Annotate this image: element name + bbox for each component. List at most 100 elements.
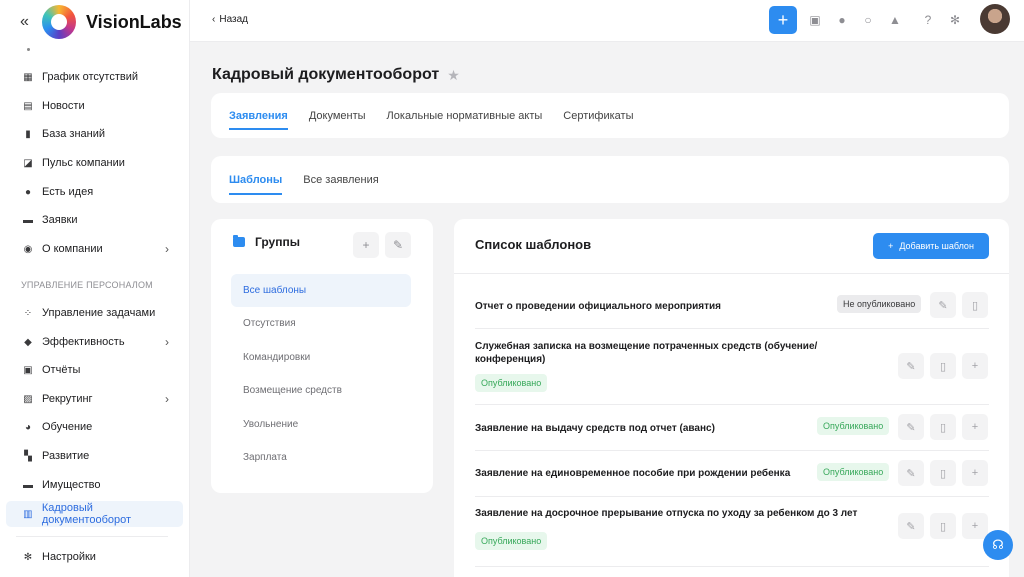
tab-certificates[interactable]: Сертификаты [563, 93, 633, 138]
tab-local-regulations[interactable]: Локальные нормативные акты [387, 93, 543, 138]
groups-header: Группы [233, 235, 300, 249]
delete-button[interactable]: ▯ [962, 292, 988, 318]
sidebar-item-knowledge-base[interactable]: ▮ База знаний [6, 121, 183, 147]
chart-icon: ◪ [23, 157, 33, 169]
add-template-button[interactable]: + Добавить шаблон [873, 233, 989, 259]
sidebar-item-label: Развитие [42, 450, 90, 462]
edit-button[interactable]: ✎ [898, 460, 924, 486]
group-item[interactable]: Отсутствия [231, 307, 411, 340]
add-button[interactable]: + [962, 353, 988, 379]
gear-icon[interactable]: ✻ [947, 12, 963, 28]
group-item-all[interactable]: Все шаблоны [231, 274, 411, 307]
gear-icon: ✻ [23, 551, 33, 563]
table-row[interactable]: Заявление на выдачу средств под отчет (а… [475, 405, 989, 451]
tab-all-applications[interactable]: Все заявления [303, 156, 378, 203]
pencil-icon: ✎ [906, 520, 916, 533]
group-item[interactable]: Возмещение средств [231, 374, 411, 407]
pencil-icon: ✎ [906, 421, 916, 434]
sidebar-item-learning[interactable]: ◕ Обучение [6, 414, 183, 440]
brand-logo-icon [42, 5, 76, 39]
group-item[interactable]: Увольнение [231, 408, 411, 441]
back-link[interactable]: ‹ Назад [212, 14, 248, 25]
sidebar-item-property[interactable]: ▬ Имущество [6, 472, 183, 498]
sidebar-item-settings[interactable]: ✻ Настройки [6, 544, 183, 570]
sidebar-section-label: УПРАВЛЕНИЕ ПЕРСОНАЛОМ [21, 280, 153, 290]
page-title-text: Кадровый документооборот [212, 66, 440, 83]
sidebar-item-reports[interactable]: ▣ Отчёты [6, 357, 183, 383]
sidebar-item-company-pulse[interactable]: ◪ Пульс компании [6, 150, 183, 176]
create-button[interactable]: + [769, 6, 797, 34]
sidebar-item-recruiting[interactable]: ▨ Рекрутинг › [6, 386, 183, 412]
tab-documents[interactable]: Документы [309, 93, 366, 138]
sidebar: « VisionLabs ▦ График отсутствий ▤ Новости… [0, 0, 190, 577]
trash-icon: ▯ [971, 299, 979, 312]
plus-icon: + [971, 421, 979, 433]
edit-button[interactable]: ✎ [898, 353, 924, 379]
sidebar-item-label: Обучение [42, 421, 93, 433]
user-avatar[interactable] [980, 4, 1010, 34]
template-title: Заявление на досрочное прерывание отпуск… [475, 508, 858, 519]
sidebar-item-efficiency[interactable]: ◆ Эффективность › [6, 329, 183, 355]
table-row[interactable]: Отчет о проведении официального мероприя… [475, 283, 989, 329]
help-icon[interactable]: ? [920, 12, 936, 28]
calendar-icon: ▦ [23, 71, 33, 83]
sidebar-item-absence-schedule[interactable]: ▦ График отсутствий [6, 64, 183, 90]
group-item[interactable]: Командировки [231, 341, 411, 374]
folder-icon [233, 235, 245, 247]
group-item[interactable]: Зарплата [231, 441, 411, 474]
templates-title: Список шаблонов [475, 237, 592, 252]
template-title: Отчет о проведении официального мероприя… [475, 301, 721, 312]
sidebar-item-label: Настройки [42, 551, 96, 563]
pencil-icon: ✎ [392, 238, 404, 252]
lightbulb-icon: ● [24, 186, 32, 198]
info-icon: ◉ [23, 243, 33, 255]
chat-icon[interactable]: ▣ [807, 12, 823, 28]
pencil-icon: ✎ [906, 467, 916, 480]
template-title: Заявление на выдачу средств под отчет (а… [475, 423, 715, 434]
sidebar-item-about-company[interactable]: ◉ О компании › [6, 236, 183, 262]
table-row[interactable]: Заявление на единовременное пособие при … [475, 451, 989, 497]
pencil-icon: ✎ [938, 299, 948, 312]
sidebar-item-label: Отчёты [42, 364, 81, 376]
plus-icon: + [971, 467, 979, 479]
sub-tabs-card: Шаблоны Все заявления [211, 156, 1009, 203]
support-chat-button[interactable]: ☊ [983, 530, 1013, 560]
add-button[interactable]: + [962, 460, 988, 486]
bell-icon[interactable]: ▲ [887, 12, 903, 28]
sidebar-item-label: Заявки [42, 214, 78, 226]
sidebar-item-label: Есть идея [42, 186, 94, 198]
sidebar-item-development[interactable]: ▚ Развитие [6, 443, 183, 469]
add-button[interactable]: + [962, 513, 988, 539]
table-row[interactable]: Заявление на досрочное прерывание отпуск… [475, 497, 989, 567]
sidebar-item-hr-docs[interactable]: ▥ Кадровый документооборот [6, 501, 183, 527]
add-template-label: Добавить шаблон [899, 241, 974, 251]
sidebar-item-idea[interactable]: ● Есть идея [6, 179, 183, 205]
sidebar-item-requests[interactable]: ▬ Заявки [6, 207, 183, 233]
edit-group-button[interactable]: ✎ [385, 232, 411, 258]
edit-button[interactable]: ✎ [898, 513, 924, 539]
add-group-button[interactable]: + [353, 232, 379, 258]
sidebar-item-task-management[interactable]: ⁘ Управление задачами [6, 300, 183, 326]
lightbulb-icon[interactable]: ● [834, 12, 850, 28]
edit-button[interactable]: ✎ [930, 292, 956, 318]
plus-icon: + [971, 360, 979, 372]
sidebar-item-label: Кадровый документооборот [41, 502, 132, 526]
delete-button[interactable]: ▯ [930, 460, 956, 486]
groups-title: Группы [255, 235, 300, 249]
delete-button[interactable]: ▯ [930, 353, 956, 379]
add-button[interactable]: + [962, 414, 988, 440]
scroll-indicator [27, 48, 30, 51]
sidebar-item-news[interactable]: ▤ Новости [6, 93, 183, 119]
trash-icon: ▯ [939, 360, 947, 373]
collapse-sidebar-icon[interactable]: « [20, 13, 36, 31]
search-icon[interactable]: ○ [860, 12, 876, 28]
delete-button[interactable]: ▯ [930, 513, 956, 539]
edit-button[interactable]: ✎ [898, 414, 924, 440]
sidebar-item-label: Новости [42, 100, 85, 112]
table-row[interactable]: Служебная записка на возмещение потрачен… [475, 329, 989, 405]
main-tabs-card: Заявления Документы Локальные нормативны… [211, 93, 1009, 138]
tab-applications[interactable]: Заявления [229, 93, 288, 138]
tab-templates[interactable]: Шаблоны [229, 156, 283, 203]
star-icon[interactable]: ★ [447, 67, 460, 84]
delete-button[interactable]: ▯ [930, 414, 956, 440]
